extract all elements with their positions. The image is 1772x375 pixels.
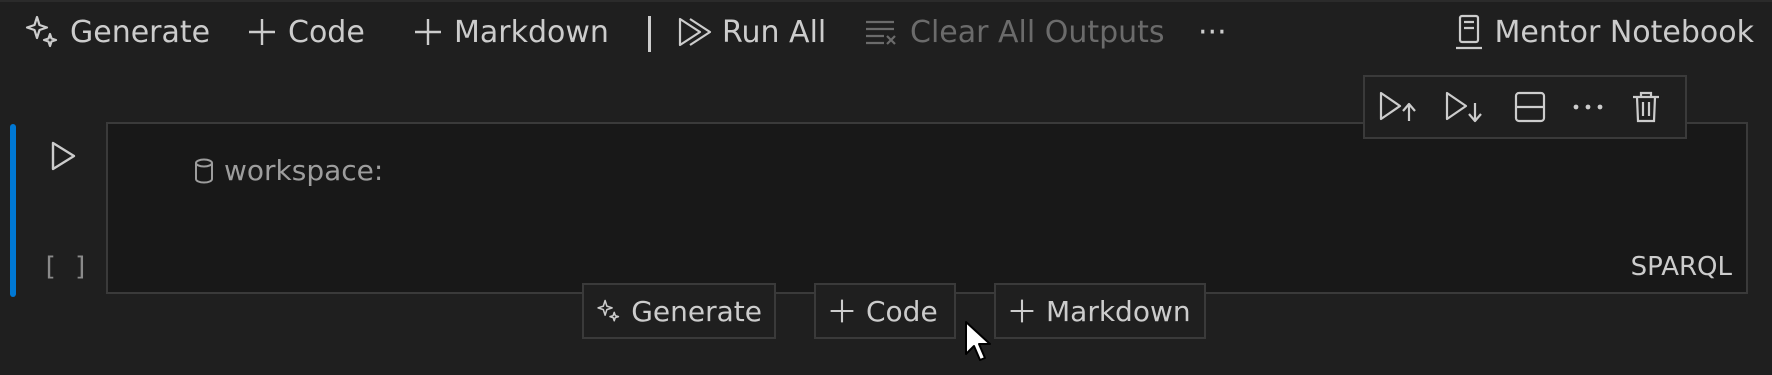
- kernel-picker[interactable]: Mentor Notebook: [1453, 6, 1754, 58]
- delete-cell-button[interactable]: [1623, 85, 1669, 129]
- more-icon: [1573, 104, 1603, 110]
- insert-code-label: Code: [866, 294, 938, 328]
- split-icon: [1514, 91, 1546, 123]
- insert-generate-label: Generate: [631, 294, 762, 328]
- kernel-label: Mentor Notebook: [1494, 14, 1754, 50]
- add-markdown-cell-button[interactable]: Markdown: [412, 6, 609, 58]
- generate-button[interactable]: Generate: [24, 6, 210, 58]
- add-code-cell-button[interactable]: Code: [246, 6, 365, 58]
- markdown-label: Markdown: [454, 14, 609, 50]
- workspace-label: workspace:: [224, 154, 384, 187]
- run-cell-button[interactable]: [44, 136, 82, 176]
- workspace-hint: workspace:: [194, 154, 383, 187]
- clear-all-outputs-button[interactable]: Clear All Outputs: [864, 6, 1165, 58]
- plus-icon: [415, 19, 441, 45]
- more-actions-button[interactable]: ···: [1198, 6, 1227, 58]
- cell-language-indicator[interactable]: SPARQL: [1631, 252, 1732, 282]
- insert-code-cell-button[interactable]: Code: [814, 283, 956, 339]
- more-icon: ···: [1198, 14, 1227, 50]
- execute-below-button[interactable]: [1441, 85, 1487, 129]
- code-label: Code: [288, 14, 365, 50]
- play-icon: [51, 141, 76, 171]
- toolbar-separator: [648, 16, 651, 52]
- plus-icon: [249, 19, 275, 45]
- database-icon: [195, 158, 213, 184]
- clear-outputs-icon: [866, 20, 896, 45]
- trash-icon: [1633, 91, 1659, 123]
- run-below-icon: [1445, 91, 1482, 123]
- run-all-label: Run All: [722, 14, 827, 50]
- plus-icon: [830, 299, 854, 323]
- execution-count: [ ]: [42, 252, 89, 282]
- insert-markdown-label: Markdown: [1046, 294, 1191, 328]
- cell-toolbar: [1363, 75, 1687, 139]
- mouse-pointer-icon: [965, 321, 991, 361]
- sparkle-icon: [25, 15, 58, 48]
- insert-generate-button[interactable]: Generate: [582, 283, 776, 339]
- window-top-border: [0, 0, 1772, 2]
- insert-markdown-cell-button[interactable]: Markdown: [994, 283, 1206, 339]
- more-cell-actions-button[interactable]: [1565, 85, 1611, 129]
- cell-editor[interactable]: workspace: SPARQL: [106, 122, 1748, 294]
- sparkle-icon: [597, 299, 620, 322]
- server-icon: [1455, 14, 1482, 50]
- split-cell-button[interactable]: [1507, 85, 1553, 129]
- run-all-button[interactable]: Run All: [676, 6, 826, 58]
- clear-all-outputs-label: Clear All Outputs: [910, 14, 1165, 50]
- run-above-icon: [1379, 91, 1416, 121]
- notebook-toolbar: Generate Code Markdown Run All Clear All…: [0, 6, 1772, 58]
- generate-label: Generate: [70, 14, 211, 50]
- cell-focus-indicator: [10, 124, 16, 297]
- run-all-icon: [678, 17, 712, 47]
- plus-icon: [1010, 299, 1034, 323]
- execute-above-button[interactable]: [1375, 85, 1421, 129]
